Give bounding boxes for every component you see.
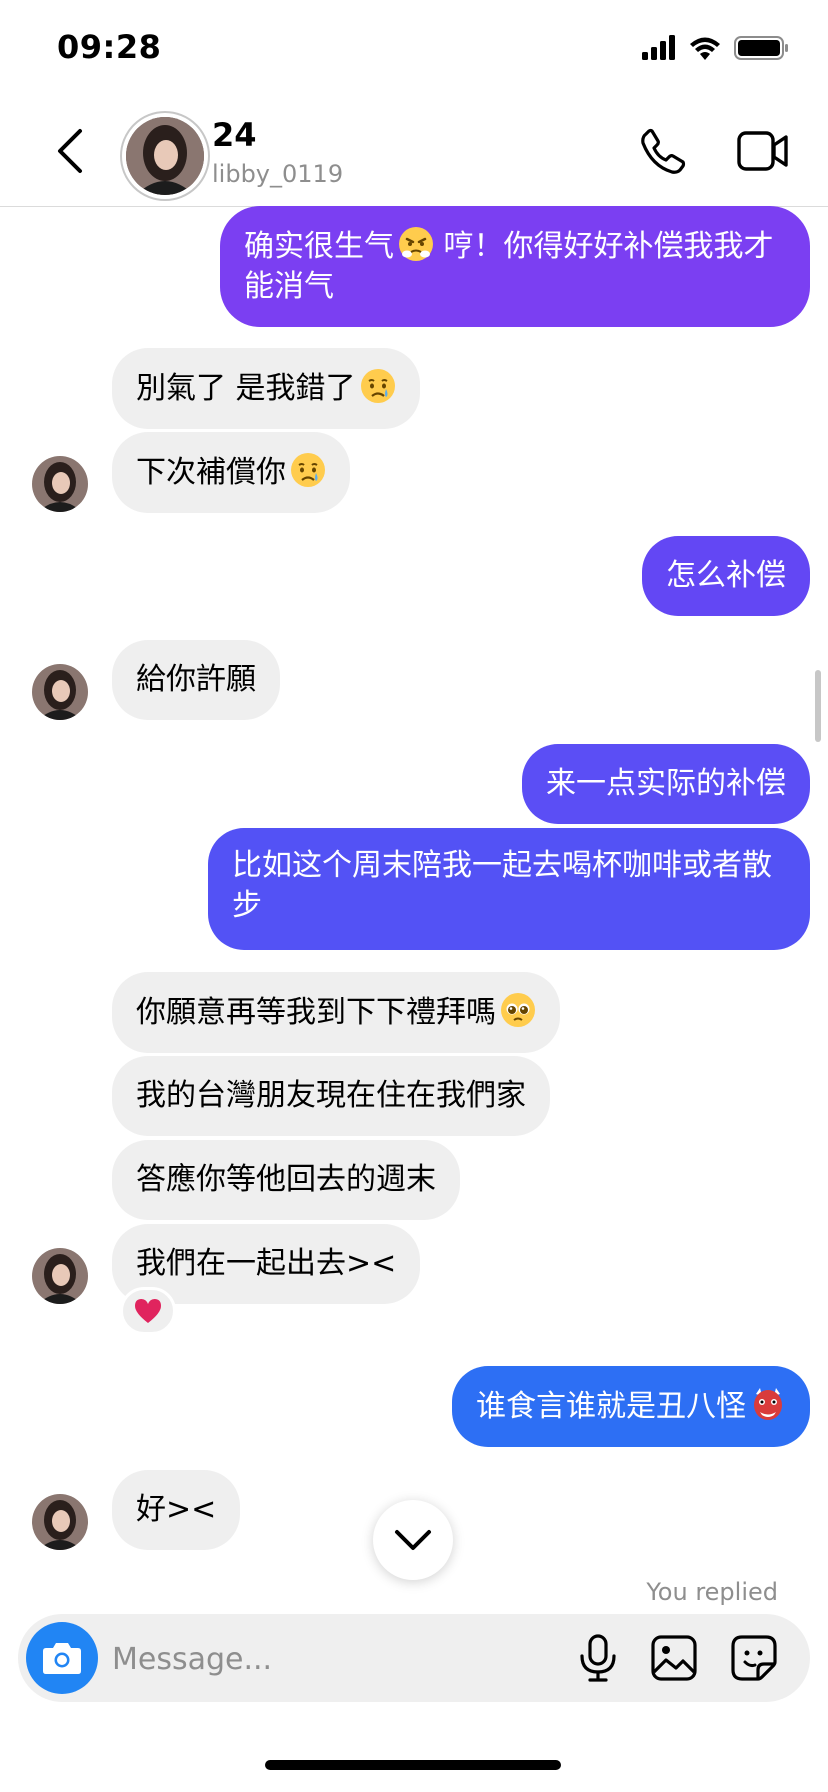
wifi-icon — [690, 37, 720, 60]
contact-username[interactable]: libby_0119 — [212, 160, 343, 188]
chevron-down-icon — [395, 1530, 431, 1550]
message-text: 确实很生气 — [244, 229, 394, 264]
message-bubble-received[interactable]: 別氣了 是我錯了 — [112, 348, 420, 429]
message-text: 比如这个周末陪我一起去喝杯咖啡或者散步 — [232, 848, 772, 923]
contact-avatar-small[interactable] — [32, 664, 88, 720]
chat-header: 24 libby_0119 — [0, 90, 828, 207]
message-text: 谁食言谁就是丑八怪 — [476, 1389, 746, 1424]
crying-face-icon — [360, 369, 395, 403]
message-bubble-sent[interactable]: 比如这个周末陪我一起去喝杯咖啡或者散步 — [208, 828, 810, 950]
message-text: 你願意再等我到下下禮拜嗎 — [136, 995, 496, 1030]
reply-status: You replied — [646, 1578, 778, 1606]
cellular-icon — [642, 35, 675, 60]
message-text: 怎么补偿 — [666, 558, 786, 593]
video-camera-icon[interactable] — [737, 130, 789, 172]
message-bubble-sent[interactable]: 谁食言谁就是丑八怪 — [452, 1366, 810, 1447]
message-bubble-sent[interactable]: 确实很生气 哼！你得好好补偿我我才能消气 — [220, 206, 810, 327]
angry-face-icon — [399, 227, 433, 261]
contact-avatar-small[interactable] — [32, 456, 88, 512]
message-bubble-received[interactable]: 好>< — [112, 1470, 241, 1550]
message-bubble-received[interactable]: 下次補償你 — [112, 432, 350, 513]
gallery-icon[interactable] — [650, 1634, 698, 1682]
back-icon[interactable] — [50, 126, 90, 176]
red-heart-icon — [135, 1299, 161, 1323]
phone-icon[interactable] — [640, 128, 686, 174]
message-bubble-sent[interactable]: 怎么补偿 — [642, 536, 810, 616]
contact-avatar[interactable] — [120, 111, 210, 201]
microphone-icon[interactable] — [578, 1634, 618, 1682]
message-text: 来一点实际的补偿 — [546, 766, 786, 801]
contact-avatar-small[interactable] — [32, 1248, 88, 1304]
message-text: 別氣了 是我錯了 — [136, 371, 356, 406]
message-text: 下次補償你 — [136, 455, 286, 490]
message-text: 好>< — [136, 1492, 217, 1527]
message-bubble-received[interactable]: 答應你等他回去的週末 — [112, 1140, 460, 1220]
crying-face-icon — [291, 453, 325, 487]
battery-icon — [734, 36, 788, 60]
message-text: 我們在一起出去>< — [136, 1246, 397, 1281]
message-bubble-received[interactable]: 你願意再等我到下下禮拜嗎 — [112, 972, 560, 1053]
message-bubble-received[interactable]: 我的台灣朋友現在住在我們家 — [112, 1056, 550, 1136]
sticker-icon[interactable] — [730, 1634, 778, 1682]
pleading-face-icon — [501, 993, 535, 1027]
message-text: 我的台灣朋友現在住在我們家 — [136, 1078, 526, 1113]
camera-button[interactable] — [26, 1622, 98, 1694]
contact-name[interactable]: 24 — [212, 116, 257, 154]
ogre-face-icon — [754, 1388, 782, 1420]
camera-icon — [43, 1643, 81, 1674]
contact-avatar-small[interactable] — [32, 1494, 88, 1550]
message-reaction[interactable] — [120, 1287, 176, 1335]
message-bubble-received[interactable]: 給你許願 — [112, 640, 280, 720]
profile-photo-icon — [126, 117, 204, 195]
home-indicator[interactable] — [265, 1760, 561, 1770]
message-bubble-sent[interactable]: 来一点实际的补偿 — [522, 744, 810, 824]
message-text: 答應你等他回去的週末 — [136, 1162, 436, 1197]
scrollbar[interactable] — [815, 670, 821, 742]
scroll-to-bottom-button[interactable] — [373, 1500, 453, 1580]
status-time: 09:28 — [57, 28, 162, 66]
message-input[interactable] — [110, 1632, 554, 1686]
status-icons — [642, 35, 788, 60]
message-composer — [18, 1614, 810, 1702]
message-text: 給你許願 — [136, 662, 256, 697]
